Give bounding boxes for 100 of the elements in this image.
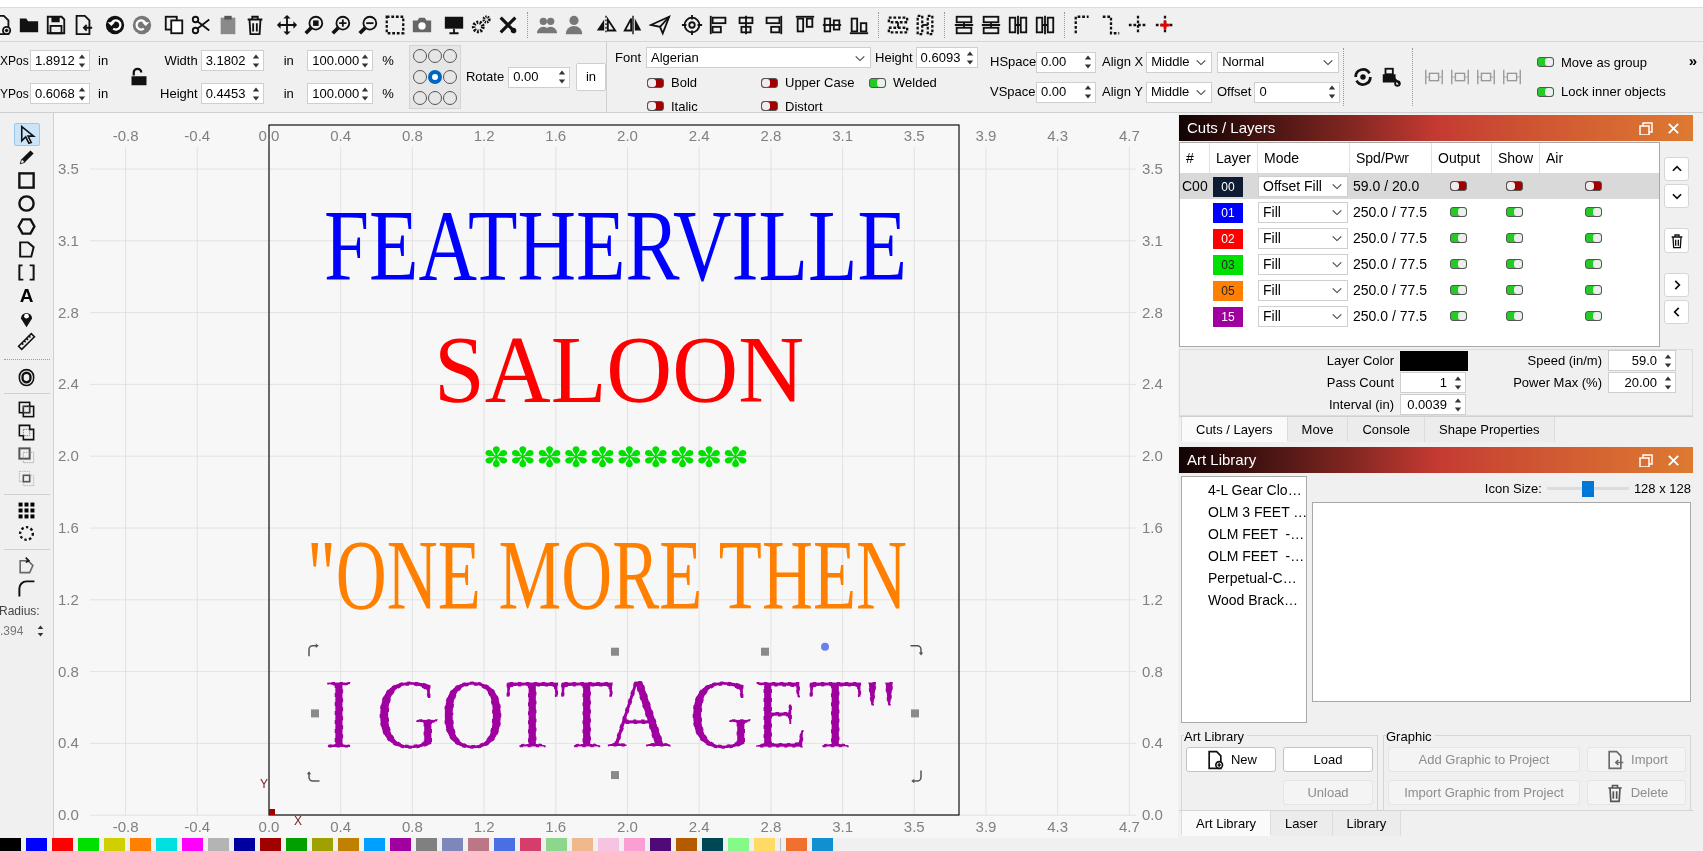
list-item[interactable]: OLM FEET -… bbox=[1182, 546, 1306, 568]
toggle-label: Move as group bbox=[1561, 53, 1647, 72]
ruler-label: 1.2 bbox=[58, 590, 79, 608]
mode-dropdown[interactable]: Fill bbox=[1258, 279, 1348, 301]
ruler-label: 4.3 bbox=[1047, 818, 1069, 835]
list-item[interactable]: Wood Brack… bbox=[1182, 590, 1306, 612]
panel-tab[interactable]: Library bbox=[1332, 811, 1402, 836]
design-text: FEATHERVILLE bbox=[324, 189, 907, 303]
mode-dropdown[interactable]: Fill bbox=[1258, 201, 1348, 223]
panel-tab[interactable]: Laser bbox=[1270, 811, 1333, 836]
ruler-label: 0.4 bbox=[58, 734, 79, 752]
ruler-label: 2.0 bbox=[58, 447, 79, 465]
ruler-label: 3.9 bbox=[975, 127, 997, 144]
layer-badge: 00 bbox=[1213, 176, 1243, 197]
list-item[interactable]: OLM 3 FEET … bbox=[1182, 502, 1306, 524]
design-text: SALOON bbox=[434, 317, 804, 423]
list-item[interactable]: Perpetual-C… bbox=[1182, 568, 1306, 590]
ruler-label: 0.4 bbox=[1142, 734, 1163, 752]
icon-size-label: Icon Size: bbox=[1484, 479, 1542, 498]
layer-badge: 02 bbox=[1213, 228, 1243, 249]
ruler-label: 4.3 bbox=[1047, 127, 1069, 144]
ruler-label: 1.2 bbox=[1142, 590, 1163, 608]
ruler-label: 4.7 bbox=[1118, 127, 1140, 144]
field-label: Font bbox=[615, 48, 641, 67]
list-item[interactable]: OLM FEET -… bbox=[1182, 524, 1306, 546]
panel-tab[interactable]: Cuts / Layers bbox=[1181, 417, 1288, 442]
mode-dropdown[interactable]: Offset Fill bbox=[1258, 175, 1348, 197]
field-label: YPos bbox=[0, 85, 30, 103]
ruler-label: 0.8 bbox=[401, 818, 423, 835]
table-cell: 250.0 / 77.5 bbox=[1353, 255, 1427, 272]
more-button[interactable]: » bbox=[1688, 50, 1697, 68]
ruler-label: 2.0 bbox=[1142, 447, 1163, 465]
unit-label: in bbox=[98, 51, 109, 70]
ruler-label: -0.4 bbox=[184, 818, 211, 835]
new-button[interactable]: New bbox=[1186, 747, 1276, 772]
align-x-dropdown[interactable]: Middle bbox=[1146, 51, 1213, 73]
layer-row[interactable]: C00 00 Offset Fill 59.0 / 20.0 bbox=[1180, 173, 1659, 199]
mode-dropdown[interactable]: Fill bbox=[1258, 253, 1348, 275]
panel-tab[interactable]: Shape Properties bbox=[1425, 417, 1555, 442]
power-max-field[interactable]: 20.00 bbox=[1608, 372, 1676, 393]
ruler-label: 2.8 bbox=[1142, 303, 1163, 321]
height-field[interactable]: 0.4453 bbox=[200, 83, 264, 104]
unit-label: % bbox=[382, 51, 394, 70]
scale-y-field[interactable]: 100.000 bbox=[307, 83, 374, 104]
text-mode-dropdown[interactable]: Normal bbox=[1217, 51, 1340, 73]
field-label: Offset bbox=[1216, 83, 1252, 102]
mode-dropdown[interactable]: Fill bbox=[1258, 227, 1348, 249]
ruler-label: 0.8 bbox=[401, 127, 423, 144]
speed-field[interactable]: 59.0 bbox=[1608, 350, 1676, 371]
panel-tab[interactable]: Console bbox=[1348, 417, 1426, 442]
unit-button[interactable]: in bbox=[576, 63, 606, 91]
ruler-label: 1.2 bbox=[473, 127, 495, 144]
unit-label: % bbox=[382, 84, 394, 103]
ruler-label: 2.0 bbox=[617, 127, 638, 144]
pass-count-field[interactable]: 1 bbox=[1400, 372, 1466, 393]
field-label: Pass Count bbox=[1325, 373, 1394, 392]
ruler-label: 0.4 bbox=[330, 818, 352, 835]
rotate-field[interactable]: 0.00 bbox=[508, 66, 571, 88]
ruler-label: 3.5 bbox=[903, 818, 925, 835]
font-dropdown[interactable]: Algerian bbox=[646, 47, 871, 68]
ruler-label: 3.1 bbox=[832, 127, 854, 144]
axis-label: Y bbox=[260, 777, 268, 791]
panel-title: Cuts / Layers bbox=[1187, 117, 1277, 138]
ruler-label: 1.2 bbox=[473, 818, 495, 835]
radius-field[interactable]: .394 bbox=[0, 622, 48, 640]
width-field[interactable]: 3.1802 bbox=[200, 50, 264, 71]
offset-field[interactable]: 0 bbox=[1254, 81, 1341, 103]
mode-dropdown[interactable]: Fill bbox=[1258, 305, 1348, 327]
ruler-label: -0.8 bbox=[112, 818, 139, 835]
font-height-field[interactable]: 0.6093 bbox=[915, 47, 978, 68]
toggle-label: Lock inner objects bbox=[1561, 83, 1666, 101]
ypos-field[interactable]: 0.6068 bbox=[30, 83, 90, 104]
align-y-dropdown[interactable]: Middle bbox=[1145, 81, 1212, 103]
toggle-label: Bold bbox=[671, 74, 698, 92]
ruler-label: 2.4 bbox=[1142, 375, 1163, 393]
ruler-label: 2.4 bbox=[688, 127, 710, 144]
panel-tab[interactable]: Move bbox=[1287, 417, 1349, 442]
toggle-label: Upper Case bbox=[785, 74, 855, 92]
field-label: VSpace bbox=[990, 83, 1036, 102]
list-item[interactable]: 4-L Gear Clo… bbox=[1182, 480, 1306, 502]
interval-field[interactable]: 0.0039 bbox=[1400, 394, 1466, 415]
ruler-label: 1.6 bbox=[1142, 519, 1163, 536]
hspace-field[interactable]: 0.00 bbox=[1036, 51, 1096, 73]
field-label: Height bbox=[159, 84, 198, 103]
ruler-label: 3.5 bbox=[1142, 160, 1163, 177]
xpos-field[interactable]: 1.8912 bbox=[30, 50, 90, 71]
ruler-label: 3.1 bbox=[58, 231, 79, 249]
layer-badge: 03 bbox=[1213, 254, 1243, 275]
ruler-label: 2.4 bbox=[58, 375, 79, 393]
scale-x-field[interactable]: 100.000 bbox=[307, 50, 374, 71]
text-tool-button[interactable]: A bbox=[13, 284, 40, 307]
ruler-label: 2.8 bbox=[760, 818, 782, 835]
ruler-label: 4.7 bbox=[1118, 818, 1140, 835]
vspace-field[interactable]: 0.00 bbox=[1036, 81, 1096, 103]
panel-title: Art Library bbox=[1187, 449, 1258, 470]
panel-button[interactable]: Load bbox=[1283, 747, 1373, 772]
field-label: HSpace bbox=[990, 53, 1036, 72]
ruler-label: -0.4 bbox=[184, 127, 211, 144]
ruler-label: 2.8 bbox=[760, 127, 782, 144]
panel-tab[interactable]: Art Library bbox=[1181, 811, 1271, 836]
